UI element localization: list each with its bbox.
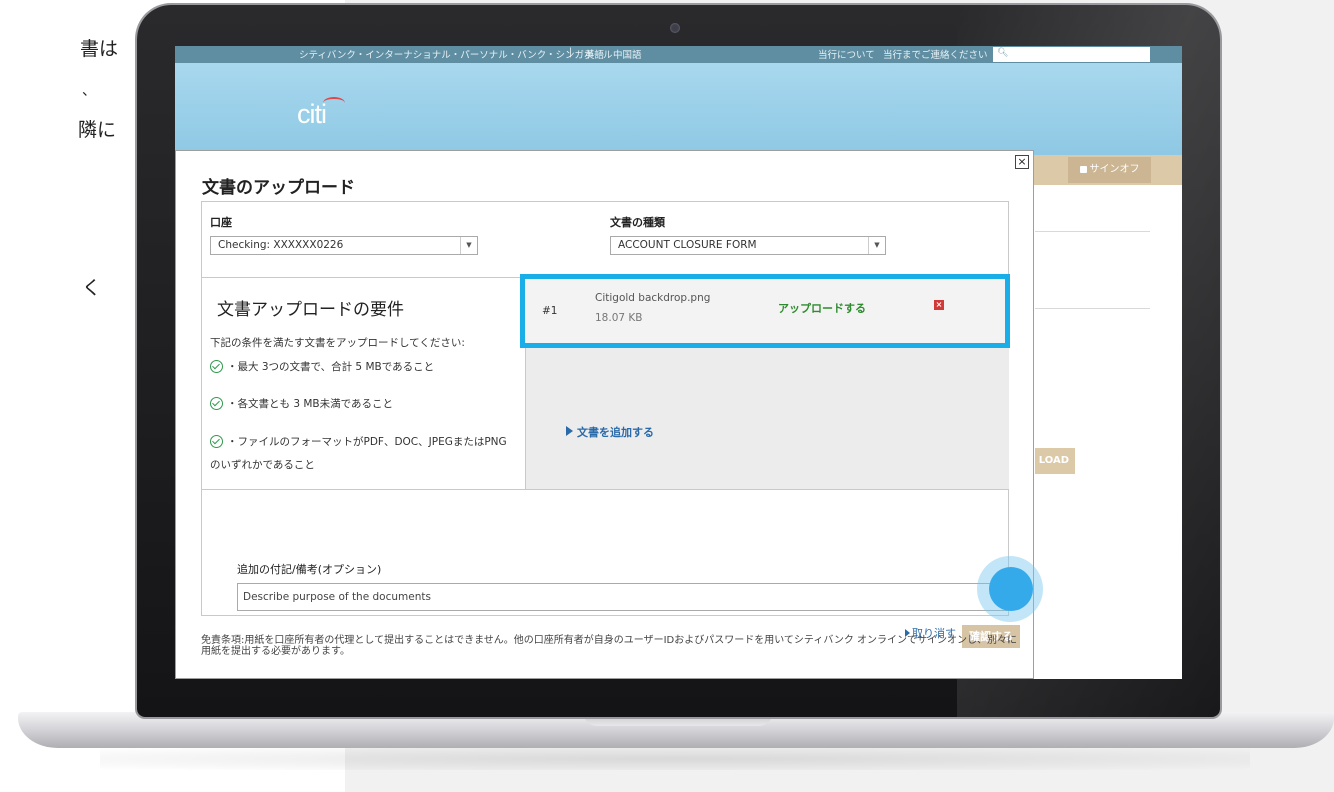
doctype-value: ACCOUNT CLOSURE FORM bbox=[618, 239, 757, 251]
disclaimer-text: 免責条項:用紙を口座所有者の代理として提出することはできません。他の口座所有者が… bbox=[201, 635, 1017, 657]
contact-link[interactable]: 当行までご連絡ください bbox=[883, 47, 988, 61]
chevron-down-icon: ▼ bbox=[460, 237, 477, 254]
lang-english-link[interactable]: 英語 bbox=[585, 47, 604, 61]
notes-input[interactable]: Describe purpose of the documents bbox=[237, 583, 1009, 611]
file-name: Citigold backdrop.png bbox=[595, 292, 711, 304]
play-arrow-icon bbox=[566, 426, 573, 436]
file-number: #1 bbox=[542, 305, 558, 317]
close-button[interactable]: × bbox=[1015, 155, 1029, 169]
bg-divider bbox=[1035, 308, 1150, 309]
signoff-button[interactable]: サインオフ bbox=[1068, 157, 1151, 183]
file-size: 18.07 KB bbox=[595, 312, 643, 324]
uploaded-file-row: #1 Citigold backdrop.png 18.07 KB アップロード… bbox=[520, 274, 1010, 348]
bg-upload-button[interactable]: LOAD bbox=[1035, 448, 1075, 474]
check-circle-icon bbox=[210, 360, 223, 373]
requirement-text: ・各文書とも 3 MB未満であること bbox=[227, 398, 394, 410]
side-text-4: く bbox=[82, 277, 102, 299]
about-link[interactable]: 当行について bbox=[818, 47, 875, 61]
upload-form-panel: 口座 Checking: XXXXXX0226 ▼ 文書の種類 ACCOUNT … bbox=[201, 201, 1020, 648]
lang-chinese-link[interactable]: 中国語 bbox=[613, 47, 642, 61]
lock-icon bbox=[1079, 166, 1087, 173]
side-text-2: 、 bbox=[82, 83, 96, 99]
requirements-title: 文書アップロードの要件 bbox=[217, 300, 404, 320]
side-text-3: 隣に bbox=[78, 119, 117, 141]
notes-label: 追加の付記/備考(オプション) bbox=[237, 563, 382, 576]
account-value: Checking: XXXXXX0226 bbox=[218, 239, 344, 251]
add-document-label: 文書を追加する bbox=[577, 426, 654, 439]
upload-document-modal: 文書のアップロード × 口座 Checking: XXXXXX0226 ▼ 文書… bbox=[175, 150, 1034, 679]
add-document-link[interactable]: 文書を追加する bbox=[566, 424, 654, 440]
check-circle-icon bbox=[210, 435, 223, 448]
requirements-intro: 下記の条件を満たす文書をアップロードしてください: bbox=[210, 337, 465, 349]
side-text-1: 書は bbox=[80, 38, 119, 60]
requirement-item: ・各文書とも 3 MB未満であること bbox=[210, 396, 393, 411]
top-utility-bar: シティバンク・インターナショナル・パーソナル・バンク・シンガポール | 英語 中… bbox=[175, 46, 1182, 63]
search-input[interactable]: 🔍︎ bbox=[993, 47, 1150, 62]
touch-indicator bbox=[989, 567, 1033, 611]
account-select[interactable]: Checking: XXXXXX0226 ▼ bbox=[210, 236, 478, 255]
check-circle-icon bbox=[210, 397, 223, 410]
requirement-item: ・ファイルのフォーマットがPDF、DOC、JPEGまたはPNG bbox=[210, 434, 507, 449]
search-icon: 🔍︎ bbox=[997, 48, 1009, 58]
topbar-separator: | bbox=[569, 47, 573, 58]
header-banner: citi bbox=[175, 63, 1182, 155]
chevron-down-icon: ▼ bbox=[868, 237, 885, 254]
modal-title: 文書のアップロード bbox=[202, 178, 355, 198]
requirement-continuation: のいずれかであること bbox=[210, 459, 315, 471]
citi-logo-arc bbox=[323, 97, 345, 109]
cropped-side-text: 書は 、 隣に く bbox=[0, 0, 140, 792]
panel-divider bbox=[202, 489, 1009, 490]
requirement-item: ・最大 3つの文書で、合計 5 MBであること bbox=[210, 359, 434, 374]
requirement-text: ・最大 3つの文書で、合計 5 MBであること bbox=[227, 361, 435, 373]
file-upload-link[interactable]: アップロードする bbox=[778, 300, 866, 316]
site-name: シティバンク・インターナショナル・パーソナル・バンク・シンガポール bbox=[299, 50, 613, 61]
delete-file-icon[interactable]: × bbox=[934, 300, 944, 310]
citi-logo: citi bbox=[297, 99, 327, 129]
account-label: 口座 bbox=[210, 216, 232, 229]
requirement-text: ・ファイルのフォーマットがPDF、DOC、JPEGまたはPNG bbox=[227, 436, 507, 448]
camera-icon bbox=[670, 23, 680, 33]
bg-divider bbox=[1035, 231, 1150, 232]
laptop-shadow bbox=[100, 748, 1250, 770]
doctype-label: 文書の種類 bbox=[610, 216, 665, 229]
doctype-select[interactable]: ACCOUNT CLOSURE FORM ▼ bbox=[610, 236, 886, 255]
signoff-label: サインオフ bbox=[1089, 164, 1140, 175]
